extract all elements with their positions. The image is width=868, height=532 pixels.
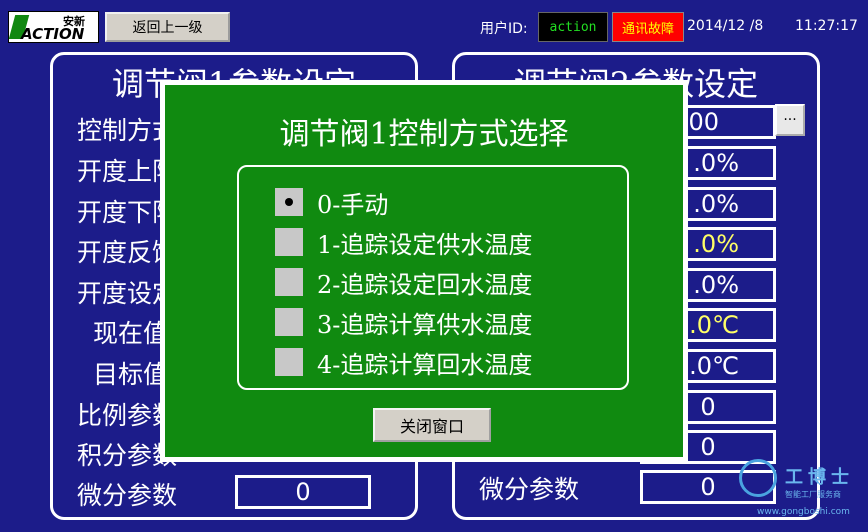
radio-button[interactable] [275, 268, 303, 296]
close-window-button[interactable]: 关闭窗口 [373, 408, 491, 442]
radio-button[interactable] [275, 188, 303, 216]
dialog-title: 调节阀1控制方式选择 [279, 117, 569, 152]
user-id-value: action [538, 12, 608, 42]
logo-en-text: ACTION [21, 25, 85, 43]
option-track-calc-return[interactable]: 4-追踪计算回水温度 [275, 345, 615, 379]
control-mode-dialog: 调节阀1控制方式选择 0-手动 1-追踪设定供水温度 2-追踪设定回水温度 3-… [160, 80, 688, 462]
watermark: 工博士 智能工厂服务商 www.gongboshi.com [735, 455, 865, 531]
radio-selected-dot-icon [285, 198, 293, 206]
option-label: 2-追踪设定回水温度 [317, 271, 533, 299]
watermark-url: www.gongboshi.com [757, 507, 850, 517]
watermark-robot-icon [739, 459, 777, 497]
user-id-label: 用户ID: [480, 21, 528, 37]
radio-button[interactable] [275, 348, 303, 376]
option-track-set-return[interactable]: 2-追踪设定回水温度 [275, 265, 615, 299]
watermark-text: 工博士 [785, 467, 854, 488]
option-label: 3-追踪计算供水温度 [317, 311, 533, 339]
label-derivative-2: 微分参数 [479, 475, 580, 504]
option-label: 1-追踪设定供水温度 [317, 231, 533, 259]
option-track-set-supply[interactable]: 1-追踪设定供水温度 [275, 225, 615, 259]
comm-fault-badge: 通讯故障 [612, 12, 684, 42]
company-logo: 安新 ACTION [8, 11, 99, 43]
watermark-subtext: 智能工厂服务商 [785, 490, 841, 499]
options-group: 0-手动 1-追踪设定供水温度 2-追踪设定回水温度 3-追踪计算供水温度 4-… [237, 165, 629, 390]
control-mode-select-button[interactable]: ··· [775, 104, 805, 136]
option-label: 4-追踪计算回水温度 [317, 351, 533, 379]
radio-button[interactable] [275, 228, 303, 256]
date-display: 2014/12 /8 [687, 18, 764, 34]
option-label: 0-手动 [317, 191, 389, 219]
back-button[interactable]: 返回上一级 [105, 12, 230, 42]
label-current-value: 现在值 [93, 319, 169, 348]
option-track-calc-supply[interactable]: 3-追踪计算供水温度 [275, 305, 615, 339]
label-derivative: 微分参数 [77, 481, 178, 510]
radio-button[interactable] [275, 308, 303, 336]
option-manual[interactable]: 0-手动 [275, 185, 615, 219]
label-target-value: 目标值 [93, 360, 169, 389]
valve1-derivative-field[interactable]: 0 [235, 475, 371, 509]
time-display: 11:27:17 [795, 18, 858, 34]
